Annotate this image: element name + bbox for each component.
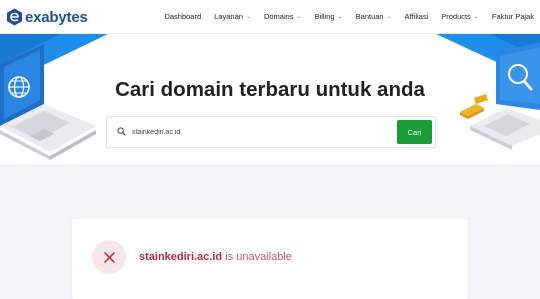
- top-navbar: exabytes Dashboard Layanan ⌄ Domains ⌄ Bil…: [0, 0, 540, 34]
- page-title: Cari domain terbaru untuk anda: [115, 78, 425, 101]
- chevron-down-icon: ⌄: [386, 14, 392, 20]
- nav-faktur-pajak[interactable]: Faktur Pajak: [492, 12, 534, 21]
- search-icon: [117, 127, 126, 136]
- nav-affiliasi[interactable]: Affiliasi: [405, 12, 429, 21]
- chevron-down-icon: ⌄: [296, 14, 302, 20]
- main-nav: Dashboard Layanan ⌄ Domains ⌄ Billing ⌄ Ban…: [151, 0, 540, 33]
- nav-label: Products: [441, 12, 471, 21]
- nav-dashboard[interactable]: Dashboard: [164, 12, 201, 21]
- nav-label: Domains: [263, 12, 294, 21]
- chevron-down-icon: ⌄: [245, 14, 251, 20]
- chevron-down-icon: ⌄: [473, 14, 479, 20]
- domain-result-card: stainkediri.ac.id is unavailable: [72, 219, 468, 299]
- nav-products[interactable]: Products ⌄: [441, 12, 479, 21]
- nav-label: Affiliasi: [404, 12, 429, 21]
- brand-name: exabytes: [25, 8, 88, 26]
- unavailable-badge: [92, 240, 126, 274]
- nav-label: Faktur Pajak: [491, 12, 534, 21]
- search-button[interactable]: Cari: [397, 120, 432, 144]
- nav-layanan[interactable]: Layanan ⌄: [214, 12, 251, 21]
- nav-domains[interactable]: Domains ⌄: [264, 12, 302, 21]
- nav-bantuan[interactable]: Bantuan ⌄: [356, 12, 392, 21]
- result-status: is unavailable: [222, 251, 292, 263]
- exabytes-logo-icon: [7, 8, 22, 26]
- result-message: stainkediri.ac.id is unavailable: [139, 251, 292, 263]
- nav-billing[interactable]: Billing ⌄: [315, 12, 343, 21]
- close-icon: [103, 251, 115, 263]
- hero-section: Cari domain terbaru untuk anda Cari: [0, 34, 540, 164]
- domain-search-bar: Cari: [106, 116, 436, 148]
- nav-label: Dashboard: [164, 12, 202, 21]
- brand-logo[interactable]: exabytes: [6, 7, 88, 27]
- chevron-down-icon: ⌄: [337, 14, 343, 20]
- nav-label: Bantuan: [355, 12, 384, 21]
- domain-search-input[interactable]: [132, 123, 392, 141]
- result-domain: stainkediri.ac.id: [139, 251, 223, 263]
- nav-label: Layanan: [214, 12, 243, 21]
- nav-label: Billing: [314, 12, 335, 21]
